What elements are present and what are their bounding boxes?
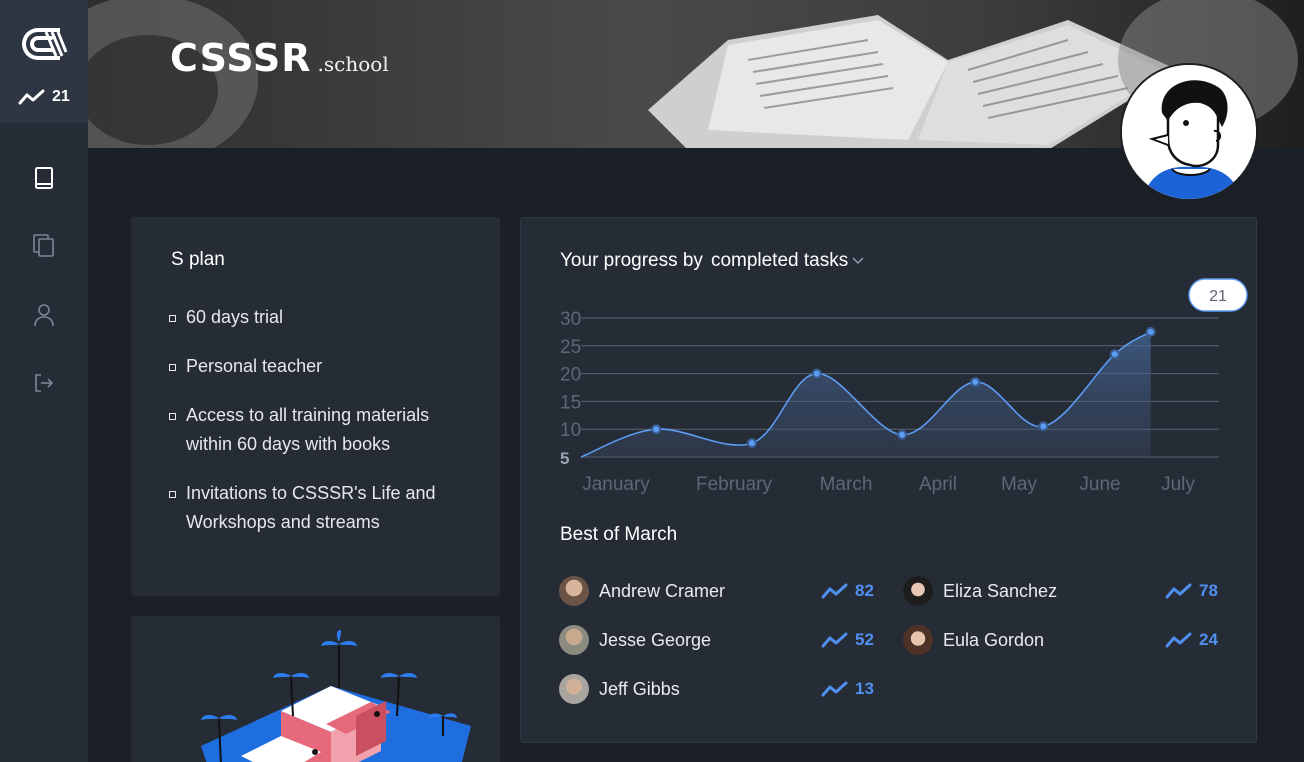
trend-up-icon: [821, 632, 848, 648]
data-point[interactable]: [811, 368, 822, 379]
y-tick-label: 15: [560, 392, 581, 413]
bullet-icon: [169, 364, 176, 371]
leader-name: Jeff Gibbs: [599, 678, 680, 699]
trend-up-icon: [1165, 583, 1192, 599]
progress-area: [581, 331, 1151, 457]
leaderboard-item[interactable]: Jesse George 52: [559, 625, 879, 655]
brand-logo[interactable]: CSSSR .school: [170, 36, 389, 80]
data-point[interactable]: [970, 376, 981, 387]
avatar-illustration: [1122, 65, 1256, 199]
illustration-card: [131, 616, 500, 762]
leader-score: 82: [821, 581, 874, 601]
avatar: [559, 625, 589, 655]
metric-dropdown[interactable]: completed tasks: [711, 250, 864, 272]
plan-features: 60 days trial Personal teacher Access to…: [169, 303, 469, 557]
y-axis-ticks: 30 25 20 15 10 5: [560, 309, 581, 468]
brand-suffix: .school: [317, 52, 389, 76]
value-tooltip: 21: [1188, 278, 1248, 312]
progress-title: Your progress by completed tasks: [560, 250, 864, 272]
list-item: 60 days trial: [169, 303, 469, 332]
score-indicator: 21: [18, 88, 70, 106]
x-tick-label: January: [582, 474, 650, 495]
y-tick-label: 20: [560, 365, 581, 386]
x-axis-ticks: January February March April May June July: [582, 474, 1195, 495]
x-tick-label: February: [696, 474, 773, 495]
island-building-illustration: [201, 630, 471, 762]
user-icon[interactable]: [30, 301, 58, 329]
avatar: [559, 576, 589, 606]
brand-name: CSSSR: [170, 36, 312, 80]
copy-icon[interactable]: [30, 232, 58, 260]
leaderboard-item[interactable]: Eula Gordon 24: [903, 625, 1223, 655]
leader-score: 78: [1165, 581, 1218, 601]
x-tick-label: May: [1001, 474, 1037, 495]
leaderboard-item[interactable]: Jeff Gibbs 13: [559, 674, 879, 704]
data-point[interactable]: [1109, 349, 1120, 360]
data-point[interactable]: [1145, 326, 1156, 337]
trend-up-icon: [821, 583, 848, 599]
bullet-icon: [169, 491, 176, 498]
leader-score: 24: [1165, 630, 1218, 650]
data-point[interactable]: [746, 438, 757, 449]
leader-name: Andrew Cramer: [599, 580, 726, 601]
metric-dropdown-label: completed tasks: [710, 250, 849, 271]
data-point[interactable]: [897, 429, 908, 440]
leaderboard-item[interactable]: Eliza Sanchez 78: [903, 576, 1223, 606]
user-avatar[interactable]: [1120, 63, 1258, 201]
bullet-icon: [169, 413, 176, 420]
list-item: Invitations to CSSSR's Life and Workshop…: [169, 479, 469, 537]
leader-name: Jesse George: [599, 629, 712, 650]
tooltip-value: 21: [1209, 288, 1227, 305]
csssr-logo-icon[interactable]: [16, 22, 68, 66]
sidebar: 21: [0, 0, 88, 762]
avatar: [903, 625, 933, 655]
y-tick-label: 10: [560, 420, 581, 441]
data-point[interactable]: [1038, 421, 1049, 432]
plan-title: S plan: [171, 249, 225, 270]
leader-score: 13: [821, 679, 874, 699]
list-item: Access to all training materials within …: [169, 401, 469, 459]
chevron-down-icon: [852, 257, 864, 264]
book-icon[interactable]: [30, 164, 58, 192]
progress-title-prefix: Your progress by: [560, 250, 703, 271]
avatar: [903, 576, 933, 606]
x-tick-label: April: [919, 474, 957, 495]
y-tick-label: 5: [560, 449, 569, 468]
trend-up-icon: [821, 681, 848, 697]
leader-name: Eula Gordon: [943, 629, 1045, 650]
logout-icon[interactable]: [30, 369, 58, 397]
leader-score: 52: [821, 630, 874, 650]
bullet-icon: [169, 315, 176, 322]
x-tick-label: June: [1079, 474, 1120, 495]
progress-chart: 30 25 20 15 10 5 January February March April May…: [560, 278, 1248, 495]
progress-card: Your progress by completed tasks 30 25 20 1…: [520, 217, 1257, 743]
data-point[interactable]: [651, 424, 662, 435]
list-item: Personal teacher: [169, 352, 469, 381]
leader-name: Eliza Sanchez: [943, 580, 1058, 601]
plan-card: S plan 60 days trial Personal teacher Ac…: [131, 217, 500, 596]
leaderboard-item[interactable]: Andrew Cramer 82: [559, 576, 879, 606]
avatar: [559, 674, 589, 704]
score-value: 21: [52, 88, 70, 105]
trend-up-icon: [1165, 632, 1192, 648]
trend-up-icon: [18, 89, 45, 105]
best-of-title: Best of March: [560, 524, 678, 545]
y-tick-label: 30: [560, 309, 581, 330]
sidebar-brand-block: 21: [0, 0, 88, 123]
y-tick-label: 25: [560, 337, 581, 358]
x-tick-label: July: [1161, 474, 1195, 495]
x-tick-label: March: [820, 474, 873, 495]
